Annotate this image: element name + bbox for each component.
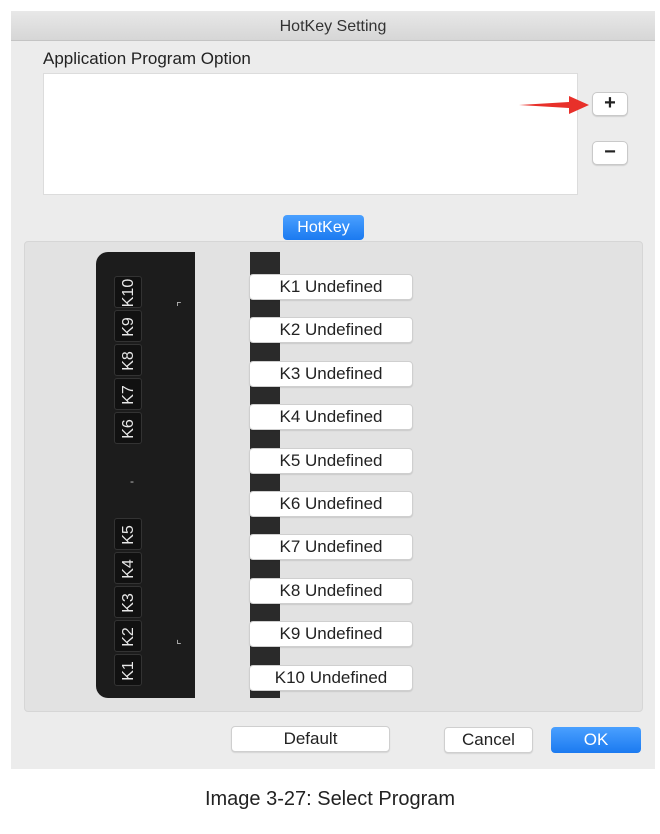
- hotkey-k9-button[interactable]: K9 Undefined: [249, 621, 413, 647]
- hotkey-k1-button[interactable]: K1 Undefined: [249, 274, 413, 300]
- device-key-k9: K9: [114, 310, 142, 342]
- device-key-k5: K5: [114, 518, 142, 550]
- cancel-button[interactable]: Cancel: [444, 727, 533, 753]
- center-mark-icon: -: [130, 474, 134, 488]
- application-program-option-label: Application Program Option: [43, 49, 251, 68]
- title-bar: HotKey Setting: [11, 11, 655, 41]
- red-arrow-icon: [519, 96, 589, 114]
- device-key-k4: K4: [114, 552, 142, 584]
- device-key-k10: K10: [114, 276, 142, 308]
- hotkey-k6-button[interactable]: K6 Undefined: [249, 491, 413, 517]
- remove-application-button[interactable]: −: [592, 141, 628, 165]
- hotkey-k4-button[interactable]: K4 Undefined: [249, 404, 413, 430]
- hotkey-setting-window: HotKey Setting Application Program Optio…: [11, 11, 655, 769]
- application-list[interactable]: [43, 73, 578, 195]
- hotkey-k8-button[interactable]: K8 Undefined: [249, 578, 413, 604]
- device-key-k6: K6: [114, 412, 142, 444]
- device-key-k2: K2: [114, 620, 142, 652]
- hotkey-k5-button[interactable]: K5 Undefined: [249, 448, 413, 474]
- hotkey-k7-button[interactable]: K7 Undefined: [249, 534, 413, 560]
- figure-caption: Image 3-27: Select Program: [204, 788, 456, 810]
- tab-hotkey[interactable]: HotKey: [283, 215, 364, 240]
- hotkey-k2-button[interactable]: K2 Undefined: [249, 317, 413, 343]
- window-title: HotKey Setting: [279, 18, 387, 35]
- device-key-k8: K8: [114, 344, 142, 376]
- hotkey-k10-button[interactable]: K10 Undefined: [249, 665, 413, 691]
- default-button[interactable]: Default: [231, 726, 390, 752]
- hotkey-k3-button[interactable]: K3 Undefined: [249, 361, 413, 387]
- ok-button[interactable]: OK: [551, 727, 641, 753]
- corner-mark-icon: ⌜: [176, 300, 182, 314]
- add-application-button[interactable]: +: [592, 92, 628, 116]
- device-key-k3: K3: [114, 586, 142, 618]
- device-key-k1: K1: [114, 654, 142, 686]
- tablet-device-illustration: ⌜ ⌞ - K10 K9 K8 K7 K6 K5 K4 K3 K2 K1: [96, 252, 280, 698]
- device-key-k7: K7: [114, 378, 142, 410]
- corner-mark-icon: ⌞: [176, 632, 182, 646]
